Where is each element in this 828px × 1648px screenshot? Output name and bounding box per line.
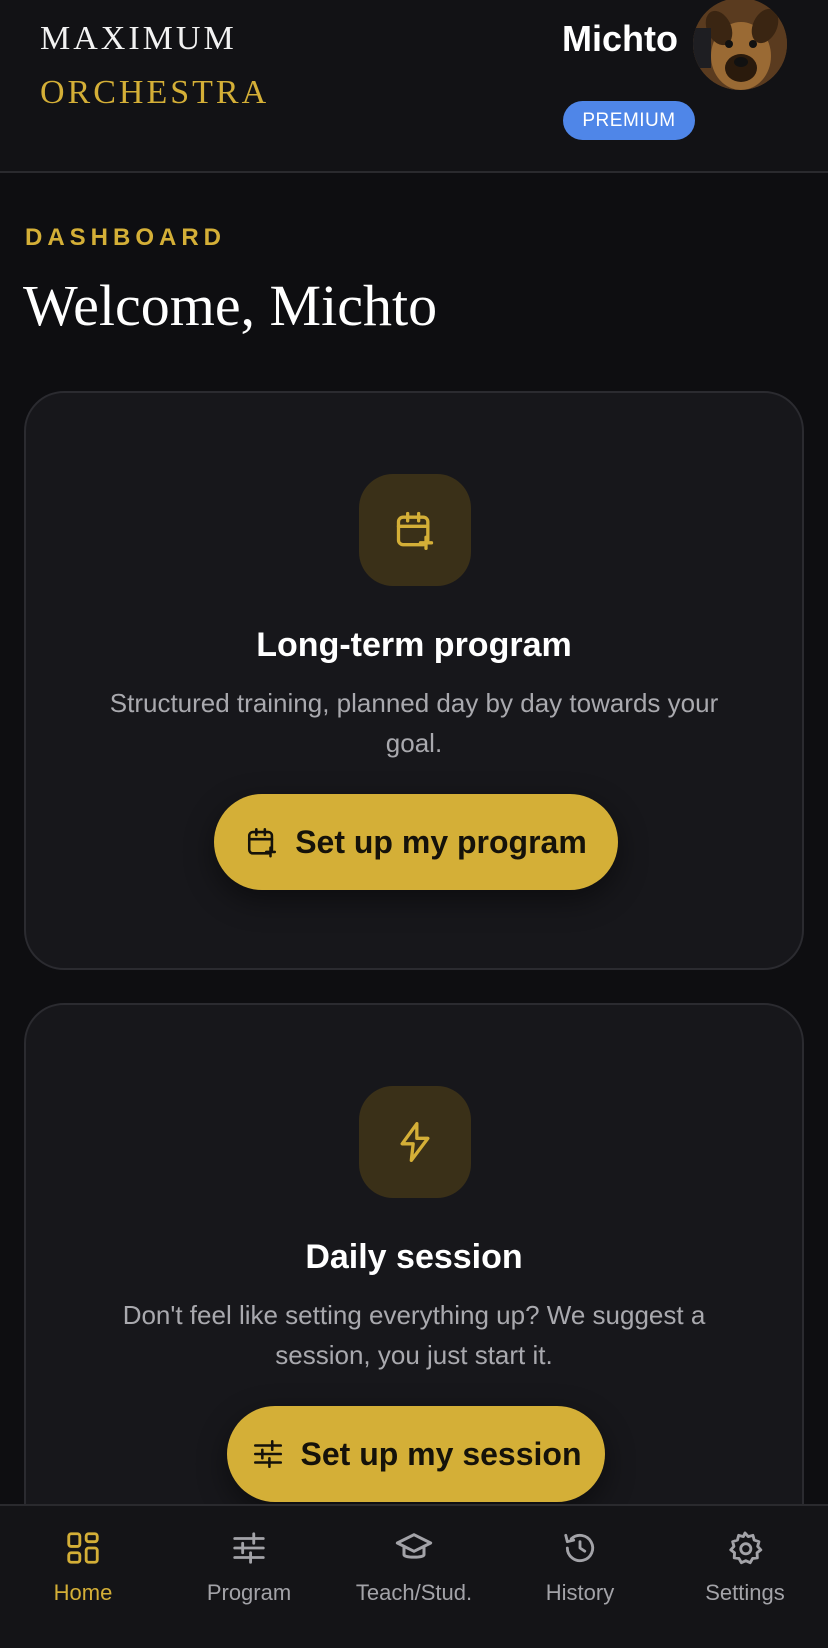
nav-item-history[interactable]: History	[497, 1506, 663, 1648]
set-up-program-button[interactable]: Set up my program	[214, 794, 618, 890]
card-icon-box	[359, 1086, 471, 1198]
lightning-icon	[400, 1122, 430, 1162]
calendar-plus-icon	[396, 511, 434, 550]
nav-label: Home	[53, 1580, 113, 1605]
bottom-nav: Home Program Teach/Stud. History Setting…	[0, 1504, 828, 1648]
app-header: MAXIMUM ORCHESTRA Michto PREMIUM	[0, 0, 828, 173]
nav-item-settings[interactable]: Settings	[662, 1506, 828, 1648]
user-name[interactable]: Michto	[562, 18, 678, 60]
sliders-icon	[229, 1528, 269, 1568]
logo-text-secondary: ORCHESTRA	[40, 74, 270, 111]
button-label: Set up my program	[295, 823, 587, 860]
calendar-plus-icon	[248, 827, 277, 858]
graduation-cap-icon	[394, 1528, 434, 1568]
grid-icon	[63, 1528, 103, 1568]
nav-label: Settings	[705, 1580, 785, 1605]
nav-label: Program	[206, 1580, 292, 1605]
history-icon	[560, 1528, 600, 1568]
nav-label: History	[545, 1580, 615, 1605]
long-term-program-card: Long-term program Structured training, p…	[24, 391, 804, 970]
page-title: Welcome, Michto	[23, 273, 438, 338]
nav-item-program[interactable]: Program	[166, 1506, 332, 1648]
card-title: Daily session	[305, 1238, 523, 1276]
nav-label: Teach/Stud.	[355, 1580, 473, 1605]
card-description: Structured training, planned day by day …	[109, 688, 719, 758]
logo-text-primary: MAXIMUM	[40, 20, 237, 57]
set-up-session-button[interactable]: Set up my session	[227, 1406, 605, 1502]
card-icon-box	[359, 474, 471, 586]
section-label: DASHBOARD	[25, 224, 226, 251]
sliders-icon	[253, 1439, 282, 1469]
button-label: Set up my session	[300, 1435, 582, 1472]
nav-item-teach-stud[interactable]: Teach/Stud.	[331, 1506, 497, 1648]
avatar[interactable]	[693, 0, 787, 90]
card-description: Don't feel like setting everything up? W…	[122, 1300, 706, 1370]
gear-icon	[725, 1528, 765, 1568]
premium-badge: PREMIUM	[563, 101, 695, 140]
card-title: Long-term program	[256, 626, 572, 664]
dog-avatar-icon	[693, 0, 787, 90]
nav-item-home[interactable]: Home	[0, 1506, 166, 1648]
